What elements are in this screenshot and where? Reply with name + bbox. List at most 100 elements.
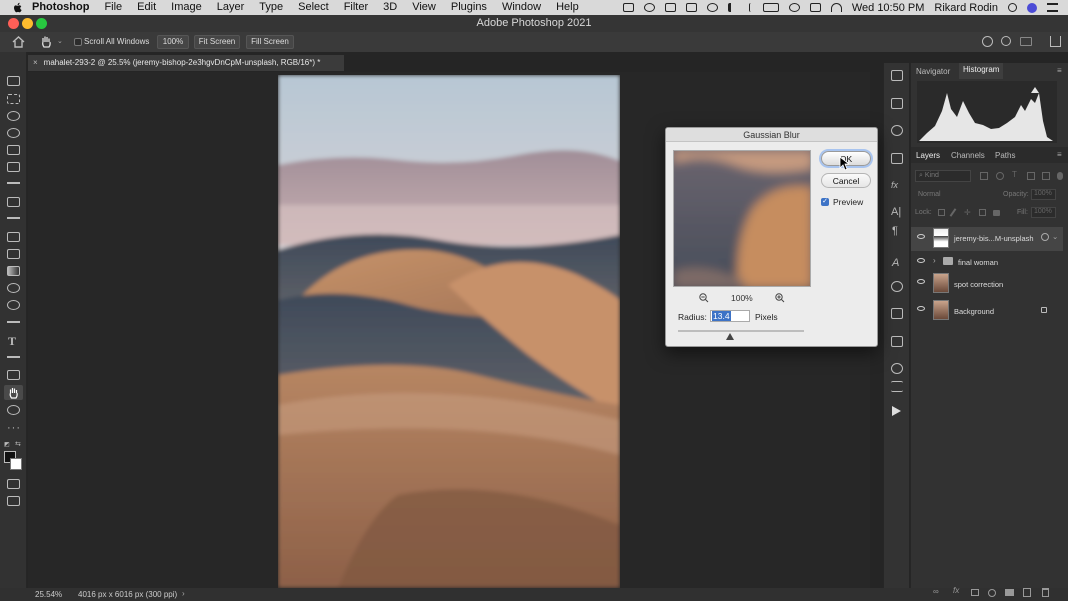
actions-play-icon[interactable] (892, 406, 901, 416)
workspace-icon[interactable] (1020, 37, 1032, 46)
adjustment-sliders-icon[interactable] (891, 381, 903, 392)
clone-stamp-tool-icon[interactable] (7, 232, 20, 242)
close-window-button[interactable] (8, 18, 19, 29)
tab-histogram[interactable]: Histogram (959, 63, 1004, 79)
path-selection-tool-icon[interactable] (7, 356, 20, 358)
filter-smart-object-icon[interactable] (1042, 172, 1050, 180)
tab-layers[interactable]: Layers (916, 151, 940, 160)
add-mask-icon[interactable] (971, 589, 979, 596)
user-icon[interactable] (982, 36, 993, 47)
history-panel-icon[interactable] (891, 70, 903, 81)
bluetooth-icon[interactable] (748, 3, 753, 12)
layer-name[interactable]: jeremy-bis...M-unsplash (954, 234, 1034, 243)
character-panel-icon[interactable]: A| (891, 206, 901, 218)
menu-image[interactable]: Image (171, 0, 202, 15)
eye-icon[interactable] (917, 234, 925, 239)
scroll-all-windows-checkbox[interactable] (74, 38, 82, 46)
eye-icon[interactable] (917, 279, 925, 284)
pen-tool-icon[interactable] (7, 321, 20, 323)
libraries-panel-icon[interactable] (891, 153, 903, 164)
apple-icon[interactable] (12, 2, 24, 14)
zoom-tool-icon[interactable] (7, 405, 20, 415)
zoom-out-icon[interactable] (699, 293, 709, 303)
cancel-button[interactable]: Cancel (821, 173, 871, 188)
blend-mode-select[interactable]: Normal (918, 191, 941, 198)
healing-brush-tool-icon[interactable] (7, 197, 20, 207)
menu-view[interactable]: View (412, 0, 436, 15)
hand-tool-icon[interactable] (40, 35, 52, 48)
marquee-tool-icon[interactable] (7, 94, 20, 104)
status-icon[interactable] (643, 3, 655, 12)
filter-pixel-icon[interactable] (980, 172, 988, 180)
filter-adjustment-icon[interactable] (996, 172, 1004, 180)
lock-transparent-icon[interactable] (938, 209, 945, 216)
fill-screen-button[interactable]: Fill Screen (246, 35, 294, 49)
share-icon[interactable] (1050, 36, 1061, 47)
rectangle-tool-icon[interactable] (7, 370, 20, 380)
menu-layer[interactable]: Layer (217, 0, 245, 15)
search-icon[interactable] (1001, 36, 1011, 46)
tab-channels[interactable]: Channels (951, 151, 985, 160)
opacity-input[interactable]: 100% (1031, 189, 1056, 200)
clock-icon[interactable] (788, 3, 800, 12)
fill-input[interactable]: 100% (1031, 207, 1056, 218)
menu-type[interactable]: Type (259, 0, 283, 15)
menu-plugins[interactable]: Plugins (451, 0, 487, 15)
swatches-panel-icon[interactable] (891, 98, 903, 109)
kind-filter-select[interactable]: ⌕ Kind (915, 170, 971, 182)
document-tab[interactable]: × mahalet-293-2 @ 25.5% (jeremy-bishop-2e… (28, 55, 344, 71)
type-tool-icon[interactable]: T (8, 334, 16, 349)
quick-selection-tool-icon[interactable] (7, 128, 20, 138)
glyphs-panel-icon[interactable]: A (892, 257, 899, 269)
new-layer-icon[interactable] (1023, 588, 1031, 597)
control-center-icon[interactable] (1047, 3, 1058, 12)
volume-icon[interactable] (727, 3, 739, 12)
layer-row[interactable]: › final woman (911, 251, 1063, 273)
zoom-100-button[interactable]: 100% (157, 35, 189, 49)
menubar-user[interactable]: Rikard Rodin (934, 2, 998, 14)
tab-navigator[interactable]: Navigator (916, 67, 950, 76)
home-icon[interactable] (12, 36, 25, 48)
menu-app-name[interactable]: Photoshop (32, 0, 89, 15)
new-group-icon[interactable] (1005, 589, 1014, 596)
more-tools-icon[interactable]: ··· (7, 422, 21, 434)
dodge-tool-icon[interactable] (7, 300, 20, 310)
layers-panel-menu-icon[interactable]: ≡ (1057, 150, 1062, 159)
status-zoom[interactable]: 25.54% (35, 590, 62, 599)
add-style-icon[interactable]: fx (953, 586, 959, 595)
lock-all-icon[interactable] (993, 210, 1000, 216)
eye-icon[interactable] (917, 258, 925, 263)
brush-tool-icon[interactable] (7, 217, 20, 219)
dialog-preview-image[interactable] (673, 150, 811, 287)
blur-tool-icon[interactable] (7, 283, 20, 293)
zoom-in-icon[interactable] (775, 293, 785, 303)
paragraph-panel-icon[interactable]: ¶ (892, 225, 898, 237)
eraser-tool-icon[interactable] (7, 249, 20, 259)
tool-preset-chevron-icon[interactable]: ⌄ (57, 37, 63, 45)
adjustments-panel-icon[interactable] (891, 336, 903, 347)
lasso-tool-icon[interactable] (7, 111, 20, 121)
radius-input[interactable]: 13.4 (710, 310, 750, 322)
layer-name[interactable]: Background (954, 307, 994, 316)
info-panel-icon[interactable] (891, 363, 903, 374)
menu-window[interactable]: Window (502, 0, 541, 15)
spotlight-icon[interactable] (1008, 3, 1017, 12)
adjustment-layer-icon[interactable] (988, 589, 996, 597)
radius-slider-handle[interactable] (726, 333, 734, 340)
smart-filter-icon[interactable] (1041, 233, 1049, 241)
status-icon[interactable] (622, 3, 634, 12)
preview-checkbox[interactable]: ✓ (821, 198, 829, 206)
filter-toggle-icon[interactable] (1057, 172, 1063, 180)
siri-icon[interactable] (1027, 2, 1037, 13)
document-image[interactable] (278, 75, 620, 588)
menu-select[interactable]: Select (298, 0, 329, 15)
hand-tool-icon[interactable] (8, 387, 19, 399)
zoom-window-button[interactable] (36, 18, 47, 29)
background-color-swatch[interactable] (10, 458, 22, 470)
layer-row[interactable]: Background (911, 299, 1063, 322)
3d-panel-icon[interactable] (891, 281, 903, 292)
move-tool-icon[interactable] (7, 76, 20, 86)
default-colors-icon[interactable]: ◩ (4, 441, 10, 448)
menu-3d[interactable]: 3D (383, 0, 397, 15)
screen-mode-icon[interactable] (7, 496, 20, 506)
